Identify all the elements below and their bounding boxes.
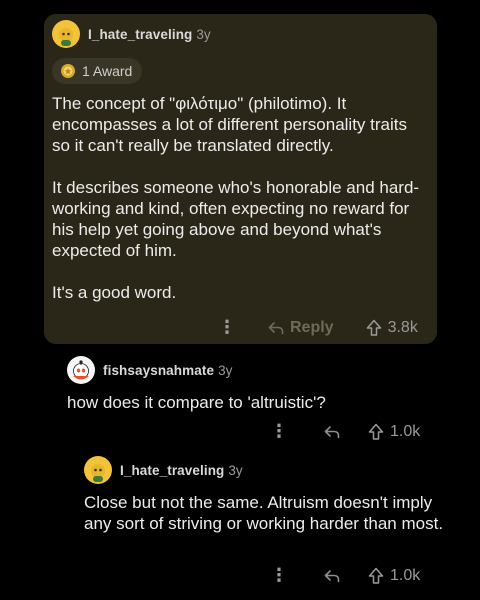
more-dots-icon[interactable]: ⋮ [218, 317, 236, 338]
reply-arrow-icon [324, 569, 340, 582]
comment-2: fishsaysnahmate 3y how does it compare t… [67, 356, 467, 413]
comment-header: fishsaysnahmate 3y [67, 356, 467, 384]
comment-3: I_hate_traveling 3y Close but not the sa… [84, 456, 469, 534]
comment-age: 3y [218, 362, 233, 378]
award-count: 1 Award [82, 63, 133, 79]
reply-button[interactable] [324, 569, 340, 583]
comment-paragraph: Close but not the same. Altruism doesn't… [84, 493, 444, 533]
reply-button[interactable] [324, 425, 340, 439]
comment-actions: ⋮ 1.0k [270, 421, 430, 442]
upvote-button[interactable]: 1.0k [368, 423, 420, 441]
award-badge-icon [60, 63, 76, 79]
comment-header: I_hate_traveling 3y [84, 456, 469, 484]
comment-age: 3y [228, 462, 243, 478]
comment-actions: ⋮ 1.0k [270, 565, 430, 586]
comment-body: how does it compare to 'altruistic'? [67, 392, 457, 413]
comment-actions: ⋮ Reply 3.8k [218, 317, 423, 338]
upvote-arrow-icon [368, 423, 384, 440]
comment-paragraph: The concept of "φιλότιμο" (philotimo). I… [52, 94, 407, 155]
avatar[interactable] [52, 20, 80, 48]
comment-age: 3y [196, 26, 211, 42]
avatar[interactable] [67, 356, 95, 384]
comment-body: Close but not the same. Altruism doesn't… [84, 492, 454, 534]
reply-arrow-icon [324, 425, 340, 438]
comment-1: I_hate_traveling 3y 1 Award The concept … [52, 20, 432, 303]
comment-thread: I_hate_traveling 3y 1 Award The concept … [0, 0, 480, 600]
reply-label: Reply [290, 318, 334, 336]
reply-arrow-icon [268, 321, 284, 334]
avatar[interactable] [84, 456, 112, 484]
username[interactable]: fishsaysnahmate [103, 363, 214, 378]
upvote-button[interactable]: 1.0k [368, 567, 420, 585]
vote-count: 1.0k [390, 422, 421, 440]
upvote-arrow-icon [368, 567, 384, 584]
snoo-avatar-icon [59, 28, 73, 46]
comment-paragraph: how does it compare to 'altruistic'? [67, 393, 326, 412]
upvote-button[interactable]: 3.8k [366, 319, 418, 337]
more-dots-icon[interactable]: ⋮ [270, 421, 288, 442]
award-badge[interactable]: 1 Award [52, 58, 143, 84]
reply-button[interactable]: Reply [268, 319, 334, 337]
comment-paragraph: It describes someone who's honorable and… [52, 178, 420, 260]
comment-body: The concept of "φιλότιμο" (philotimo). I… [52, 93, 427, 303]
upvote-arrow-icon [366, 319, 381, 336]
vote-count: 1.0k [390, 566, 421, 584]
comment-header: I_hate_traveling 3y [52, 20, 432, 48]
snoo-avatar-icon [73, 360, 89, 380]
username[interactable]: I_hate_traveling [120, 463, 224, 478]
snoo-avatar-icon [91, 464, 105, 482]
username[interactable]: I_hate_traveling [88, 27, 192, 42]
more-dots-icon[interactable]: ⋮ [270, 565, 288, 586]
vote-count: 3.8k [387, 318, 418, 336]
comment-paragraph: It's a good word. [52, 283, 177, 302]
